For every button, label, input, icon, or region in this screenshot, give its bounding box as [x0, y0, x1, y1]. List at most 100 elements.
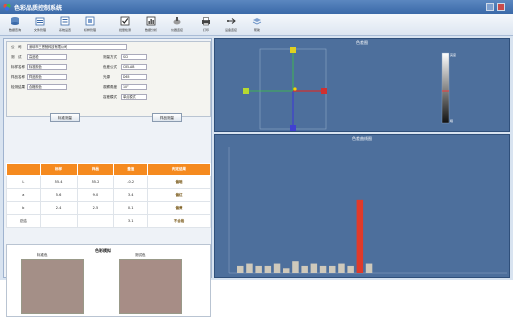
- table-cell: 9.0: [76, 188, 115, 202]
- window-title: 色彩品质控制系统: [14, 5, 63, 12]
- color-difference-plot: [243, 47, 450, 131]
- chart-bar: [237, 265, 244, 273]
- table-header: 差值: [113, 163, 148, 176]
- measure-sample-button[interactable]: 样品测量: [152, 113, 182, 122]
- table-cell: [39, 214, 78, 228]
- toolbar-button-print[interactable]: 打印: [194, 16, 218, 35]
- tolerance-label: 容差模式: [103, 95, 117, 99]
- color-curve-panel: 色差曲线图: [214, 134, 510, 278]
- chart-bar: [273, 263, 281, 273]
- color-difference-panel: 色差图 亮度 暗: [214, 38, 510, 132]
- green-marker: [243, 88, 249, 94]
- table-header-row: 标样 样品 差值 判定结果: [6, 163, 211, 176]
- toolbar-button-standard[interactable]: 标样管理: [78, 16, 102, 35]
- chart-bar: [365, 263, 373, 273]
- table-cell: 偏红: [147, 188, 211, 202]
- table-header: 样品: [76, 163, 115, 176]
- chart-bar: [264, 265, 272, 273]
- app-logo-icon: [3, 4, 11, 11]
- tolerance-select[interactable]: 单点模式: [121, 94, 147, 100]
- toolbar-label: 批量检测: [118, 28, 131, 32]
- result-label: 检测结果: [11, 85, 25, 89]
- result-field[interactable]: 合格颜色: [27, 84, 67, 90]
- observer-label: 观察角度: [103, 85, 117, 89]
- folder-icon: [35, 17, 45, 26]
- toolbar-label: 数据分析: [144, 28, 157, 32]
- sample-point: [293, 87, 297, 91]
- table-header: [6, 163, 41, 176]
- toolbar-button-device[interactable]: 设备连接: [219, 16, 243, 35]
- printer-icon: [202, 17, 210, 26]
- table-cell: 总结: [6, 214, 41, 228]
- table-cell: 不合格: [147, 214, 211, 228]
- toolbar-button-analysis[interactable]: 数据分析: [139, 16, 163, 35]
- chart-bar: [319, 265, 327, 273]
- table-row: 总结 3.1 不合格: [6, 214, 211, 228]
- standard-icon: [85, 16, 95, 26]
- chart-bar: [255, 265, 262, 273]
- color-curve-chart: [228, 147, 507, 274]
- formula-select[interactable]: CIELAB: [121, 64, 147, 70]
- lightness-bottom-label: 暗: [450, 119, 454, 123]
- operator-field[interactable]: 高品检: [27, 54, 67, 60]
- settings-icon: [60, 16, 70, 26]
- table-cell: 5.6: [39, 188, 78, 202]
- illuminant-select[interactable]: D65: [121, 74, 147, 80]
- close-button[interactable]: [497, 3, 505, 11]
- sample-color-label: 测试色: [135, 253, 146, 257]
- toolbar-button-query[interactable]: 数据查询: [3, 16, 27, 35]
- toolbar-label: 系统设置: [58, 28, 71, 32]
- help-icon: [252, 18, 262, 25]
- title-bar: 色彩品质控制系统: [0, 0, 513, 14]
- chart-bar: [310, 263, 318, 273]
- toolbar-label: 标样管理: [83, 28, 96, 32]
- toolbar-button-file[interactable]: 文件管理: [28, 16, 52, 35]
- table-cell: 偏黄: [147, 201, 211, 215]
- toolbar: 数据查询 文件管理 系统设置 标样管理 批量检测 数据分析 仪器连接 打印 设备…: [0, 14, 513, 36]
- toolbar-button-batch[interactable]: 批量检测: [113, 16, 137, 35]
- chart-bar: [292, 261, 299, 273]
- toolbar-label: 设备连接: [224, 28, 237, 32]
- sample-color-swatch: [119, 259, 182, 314]
- yellow-marker: [290, 47, 296, 53]
- left-panel: 公 司 深圳市三恩驰科技有限公司 测 试 高品检 标样名称 标准颜色 样品名称 …: [3, 38, 212, 317]
- color-simulation-title: 色彩模拟: [95, 248, 111, 253]
- observer-select[interactable]: 10°: [121, 84, 147, 90]
- toolbar-label: 帮助: [253, 28, 260, 32]
- method-select[interactable]: SCI: [121, 54, 147, 60]
- operator-label: 测 试: [11, 55, 22, 59]
- table-cell: 55.2: [76, 175, 115, 189]
- table-cell: 3.1: [113, 214, 148, 228]
- standard-color-label: 标准色: [37, 253, 48, 257]
- info-form: 公 司 深圳市三恩驰科技有限公司 测 试 高品检 标样名称 标准颜色 样品名称 …: [6, 41, 211, 117]
- chart-bar: [283, 268, 290, 273]
- method-label: 测量方式: [103, 55, 117, 59]
- toolbar-button-help[interactable]: 帮助: [245, 16, 269, 35]
- table-row: a 5.6 9.0 3.4 偏红: [6, 188, 211, 202]
- table-cell: -0.2: [113, 175, 148, 189]
- illuminant-label: 光源: [103, 75, 110, 79]
- minimize-button[interactable]: [486, 3, 494, 11]
- std-name-field[interactable]: 标准颜色: [27, 64, 67, 70]
- measure-standard-button[interactable]: 标准测量: [50, 113, 80, 122]
- toolbar-button-settings[interactable]: 系统设置: [53, 16, 77, 35]
- table-cell: [76, 214, 115, 228]
- lightness-top-label: 亮度: [450, 53, 457, 57]
- chart-bar: [338, 263, 345, 273]
- table-row: L 55.4 55.2 -0.2 偏暗: [6, 175, 211, 189]
- toolbar-label: 数据查询: [8, 28, 21, 32]
- table-cell: 3.4: [113, 188, 148, 202]
- toolbar-button-instrument[interactable]: 仪器连接: [165, 16, 189, 35]
- chart-icon: [146, 16, 156, 26]
- result-table: 标样 样品 差值 判定结果 L 55.4 55.2 -0.2 偏暗 a 5.6 …: [6, 163, 211, 228]
- table-row: b 2.4 2.5 0.1 偏黄: [6, 201, 211, 215]
- sample-name-label: 样品名称: [11, 75, 25, 79]
- company-label: 公 司: [11, 45, 22, 49]
- table-header: 标样: [39, 163, 78, 176]
- sample-name-field[interactable]: 样品颜色: [27, 74, 67, 80]
- blue-marker: [290, 125, 296, 131]
- lightness-scale: [441, 52, 450, 124]
- company-field[interactable]: 深圳市三恩驰科技有限公司: [27, 44, 127, 50]
- formula-label: 色差公式: [103, 65, 117, 69]
- chart-bar: [347, 265, 354, 273]
